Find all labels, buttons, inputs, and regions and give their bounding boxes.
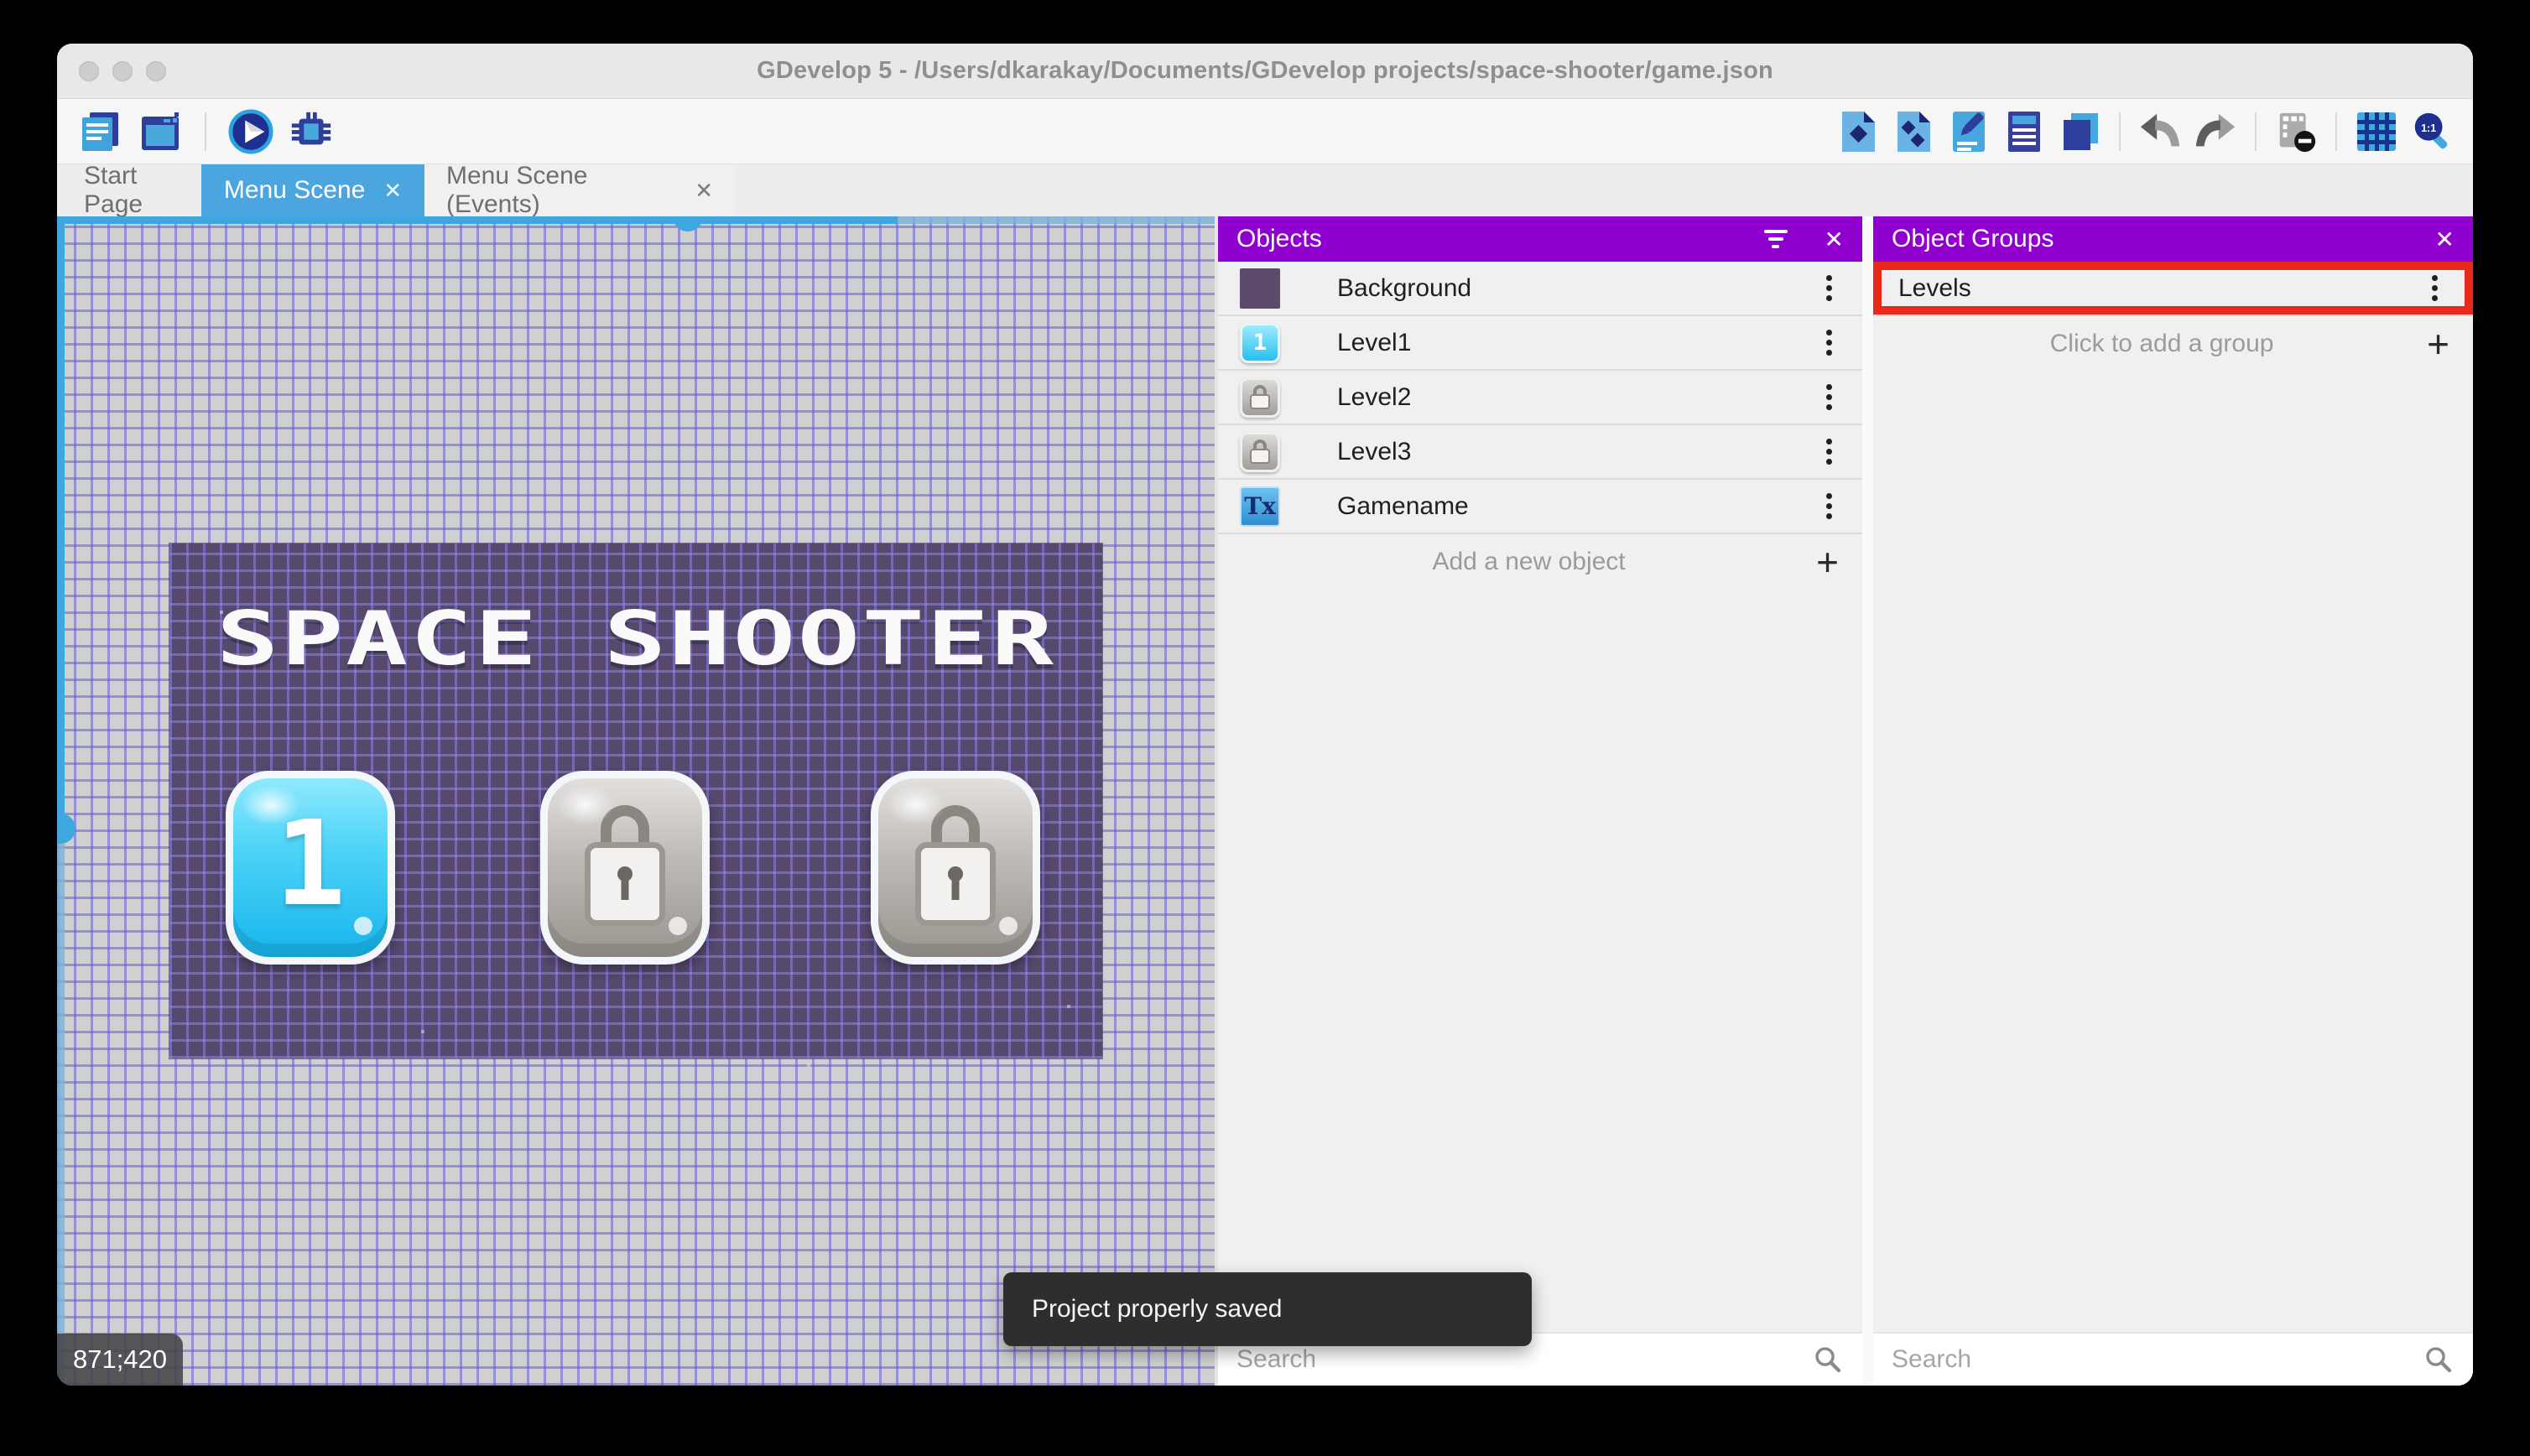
- groups-list: Levels Click to add a group +: [1873, 262, 2473, 1332]
- minimize-window-button[interactable]: [112, 60, 133, 81]
- level2-thumbnail: [1240, 377, 1280, 418]
- object-menu-icon[interactable]: [1819, 384, 1839, 410]
- grid-icon[interactable]: [2354, 109, 2399, 154]
- instances-list-icon[interactable]: [2002, 109, 2047, 154]
- toolbar-divider: [205, 112, 206, 151]
- vertical-scrollbar-track-light[interactable]: [57, 829, 65, 1386]
- objects-search-input[interactable]: [1236, 1345, 1812, 1374]
- filter-icon[interactable]: [1763, 230, 1788, 248]
- add-object-plus-icon[interactable]: +: [1816, 543, 1839, 581]
- add-object-row[interactable]: Add a new object +: [1218, 534, 1862, 589]
- close-icon[interactable]: ✕: [1825, 226, 1844, 253]
- object-row-level2[interactable]: Level2: [1218, 371, 1862, 425]
- objects-list: Background 1 Level1 Level2 Level3 Tx Gam…: [1218, 262, 1862, 1332]
- object-menu-icon[interactable]: [1819, 493, 1839, 519]
- object-menu-icon[interactable]: [1819, 330, 1839, 356]
- level1-button-instance[interactable]: 1: [226, 771, 395, 965]
- horizontal-scrollbar-track-light[interactable]: [898, 216, 1215, 224]
- project-manager-icon[interactable]: [77, 109, 122, 154]
- panel-divider[interactable]: [1862, 216, 1873, 1386]
- horizontal-scrollbar-knob[interactable]: [673, 216, 703, 231]
- window-title: GDevelop 5 - /Users/dkarakay/Documents/G…: [757, 57, 1773, 84]
- scene-title-text[interactable]: SPACE SHOOTER: [169, 595, 1102, 682]
- toolbar-right-group: 1:1: [1835, 109, 2473, 154]
- object-menu-icon[interactable]: [1819, 275, 1839, 301]
- objects-panel-header: Objects ✕: [1218, 216, 1862, 262]
- objects-panel-title: Objects: [1236, 225, 1322, 252]
- save-toast: Project properly saved: [1003, 1272, 1532, 1346]
- object-groups-panel-header: Object Groups ✕: [1873, 216, 2473, 262]
- objects-editor-icon[interactable]: [1835, 109, 1881, 154]
- tab-label: Menu Scene: [223, 176, 366, 204]
- lock-icon: [915, 804, 996, 926]
- level1-thumbnail: 1: [1240, 322, 1280, 363]
- hide-instances-icon[interactable]: [2273, 109, 2319, 154]
- cursor-coordinates-badge: 871;420: [57, 1334, 183, 1386]
- level3-thumbnail: [1240, 431, 1280, 472]
- close-icon[interactable]: ✕: [2435, 226, 2455, 253]
- add-group-plus-icon[interactable]: +: [2427, 325, 2449, 363]
- object-groups-editor-icon[interactable]: [1891, 109, 1936, 154]
- toolbar-divider: [2335, 112, 2337, 151]
- traffic-lights: [79, 60, 166, 81]
- vertical-scrollbar-knob[interactable]: [57, 814, 75, 844]
- toolbar-divider: [2255, 112, 2257, 151]
- horizontal-scrollbar-track[interactable]: [57, 216, 898, 224]
- close-tab-icon[interactable]: ✕: [695, 178, 713, 204]
- toolbar-left-group: [57, 108, 334, 154]
- groups-search-input[interactable]: [1892, 1345, 2423, 1374]
- tab-menu-scene[interactable]: Menu Scene ✕: [201, 164, 424, 216]
- vertical-scrollbar-track[interactable]: [57, 216, 65, 829]
- debug-icon[interactable]: [289, 109, 334, 154]
- main-content: SPACE SHOOTER 1 871;420 Objects ✕ Backgr…: [57, 216, 2473, 1386]
- tab-bar: Start Page Menu Scene ✕ Menu Scene (Even…: [57, 162, 2473, 218]
- lock-icon: [585, 804, 665, 926]
- object-row-level3[interactable]: Level3: [1218, 425, 1862, 480]
- toolbar-divider: [2119, 112, 2121, 151]
- gdevelop-window: GDevelop 5 - /Users/dkarakay/Documents/G…: [57, 44, 2473, 1386]
- toast-message: Project properly saved: [1032, 1295, 1283, 1323]
- tab-label: Menu Scene (Events): [446, 162, 588, 218]
- add-group-row[interactable]: Click to add a group +: [1873, 316, 2473, 371]
- maximize-window-button[interactable]: [146, 60, 166, 81]
- tab-label: Start Page: [84, 162, 143, 218]
- object-groups-panel-title: Object Groups: [1892, 225, 2054, 252]
- play-preview-icon[interactable]: [228, 108, 273, 154]
- objects-panel: Objects ✕ Background 1 Level1 Level2 Lev…: [1218, 216, 1862, 1386]
- object-row-gamename[interactable]: Tx Gamename: [1218, 480, 1862, 534]
- level1-digit: 1: [274, 796, 346, 933]
- titlebar: GDevelop 5 - /Users/dkarakay/Documents/G…: [57, 44, 2473, 99]
- undo-icon[interactable]: [2137, 109, 2183, 154]
- svg-text:1:1: 1:1: [2421, 122, 2436, 134]
- groups-search-bar: [1873, 1332, 2473, 1386]
- close-tab-icon[interactable]: ✕: [383, 178, 402, 204]
- close-window-button[interactable]: [79, 60, 99, 81]
- redo-icon[interactable]: [2193, 109, 2238, 154]
- level2-button-instance[interactable]: [540, 771, 710, 965]
- object-row-background[interactable]: Background: [1218, 262, 1862, 316]
- group-row-levels[interactable]: Levels: [1873, 262, 2473, 316]
- scene-window-icon[interactable]: [138, 109, 183, 154]
- search-icon: [1815, 1347, 1841, 1373]
- screenshot-root: GDevelop 5 - /Users/dkarakay/Documents/G…: [0, 0, 2530, 1456]
- object-menu-icon[interactable]: [1819, 439, 1839, 465]
- scene-background-instance[interactable]: SPACE SHOOTER 1: [169, 543, 1102, 1058]
- search-icon: [2426, 1347, 2452, 1373]
- layers-icon[interactable]: [2057, 109, 2102, 154]
- tab-start-page[interactable]: Start Page: [62, 162, 201, 218]
- object-row-level1[interactable]: 1 Level1: [1218, 316, 1862, 371]
- tab-menu-scene-events[interactable]: Menu Scene (Events) ✕: [424, 162, 735, 218]
- properties-icon[interactable]: [1946, 109, 1991, 154]
- level3-button-instance[interactable]: [871, 771, 1040, 965]
- gamename-thumbnail: Tx: [1240, 486, 1280, 527]
- toolbar: 1:1: [57, 99, 2473, 164]
- scene-editor-canvas[interactable]: SPACE SHOOTER 1 871;420: [57, 216, 1215, 1386]
- zoom-1-1-icon[interactable]: 1:1: [2409, 109, 2455, 154]
- group-menu-icon[interactable]: [2424, 275, 2444, 301]
- background-thumbnail: [1240, 268, 1280, 309]
- object-groups-panel: Object Groups ✕ Levels Click to add a gr…: [1873, 216, 2473, 1386]
